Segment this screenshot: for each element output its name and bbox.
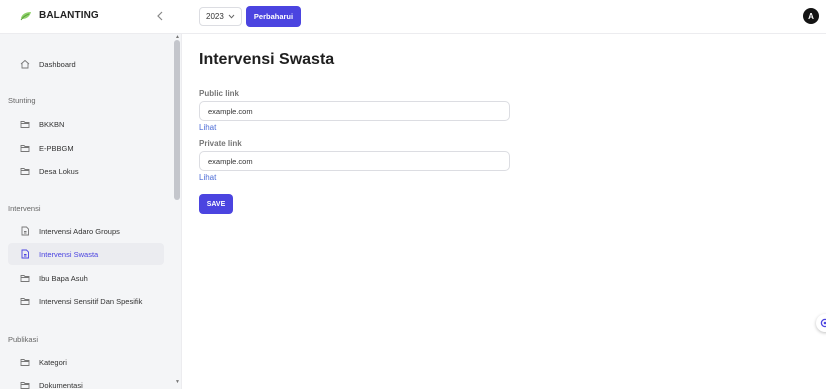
sidebar-item-dashboard[interactable]: Dashboard — [8, 53, 164, 75]
leaf-logo-icon — [20, 12, 31, 21]
sidebar-item-intervensi-sensitif-dan-spesifik[interactable]: Intervensi Sensitif Dan Spesifik — [8, 290, 164, 312]
sidebar-item-label: Intervensi Sensitif Dan Spesifik — [39, 296, 143, 306]
private-link-label: Private link — [199, 139, 242, 148]
sidebar-item-label: Intervensi Adaro Groups — [39, 226, 120, 236]
save-button[interactable]: SAVE — [199, 194, 233, 214]
public-link-view-link[interactable]: Lihat — [199, 123, 216, 132]
page-title: Intervensi Swasta — [199, 51, 335, 68]
public-link-input[interactable] — [199, 101, 510, 121]
sidebar-section-intervensi: Intervensi — [8, 204, 41, 213]
sidebar-item-label: Dokumentasi — [39, 380, 83, 389]
sidebar-item-dokumentasi[interactable]: Dokumentasi — [8, 374, 164, 389]
sidebar-item-label: BKKBN — [39, 119, 65, 129]
top-bar: BALANTING 2023 Perbaharui A — [0, 0, 826, 34]
sidebar-item-label: Dashboard — [39, 59, 76, 69]
folder-icon — [20, 166, 30, 176]
sidebar-item-bkkbn[interactable]: BKKBN — [8, 113, 164, 135]
brand-name: BALANTING — [39, 9, 99, 21]
collapse-sidebar-button[interactable] — [152, 8, 168, 24]
chevron-down-icon — [228, 14, 235, 19]
year-select-value: 2023 — [206, 12, 224, 21]
sidebar-item-desa-lokus[interactable]: Desa Lokus — [8, 160, 164, 182]
sidebar-item-ibu-bapa-asuh[interactable]: Ibu Bapa Asuh — [8, 267, 164, 289]
sidebar-item-label: Intervensi Swasta — [39, 249, 99, 259]
user-avatar[interactable]: A — [803, 8, 819, 24]
main-content: Intervensi Swasta Public link Lihat Priv… — [182, 34, 826, 389]
sidebar-item-label: Desa Lokus — [39, 166, 79, 176]
sidebar-item-label: Kategori — [39, 357, 67, 367]
folder-icon — [20, 119, 30, 129]
folder-icon — [20, 143, 30, 153]
sidebar-item-intervensi-adaro-groups[interactable]: Intervensi Adaro Groups — [8, 220, 164, 242]
folder-icon — [20, 357, 30, 367]
document-icon — [20, 249, 30, 259]
folder-icon — [20, 273, 30, 283]
brand[interactable]: BALANTING — [19, 8, 99, 22]
private-link-view-link[interactable]: Lihat — [199, 173, 216, 182]
sidebar-scrollbar-thumb[interactable] — [174, 40, 180, 200]
refresh-button[interactable]: Perbaharui — [246, 6, 301, 27]
home-icon — [20, 59, 30, 69]
sidebar-item-e-pbbgm[interactable]: E-PBBGM — [8, 137, 164, 159]
sidebar-section-stunting: Stunting — [8, 96, 36, 105]
folder-icon — [20, 380, 30, 389]
folder-icon — [20, 296, 30, 306]
sidebar: Dashboard Stunting BKKBN E-PBBGM Desa Lo… — [0, 34, 182, 389]
public-link-label: Public link — [199, 89, 240, 98]
sidebar-item-label: Ibu Bapa Asuh — [39, 273, 88, 283]
year-select[interactable]: 2023 — [199, 7, 242, 26]
sidebar-item-intervensi-swasta[interactable]: Intervensi Swasta — [8, 243, 164, 265]
document-icon — [20, 226, 30, 236]
app-window: BALANTING 2023 Perbaharui A Dashboard St… — [0, 0, 826, 389]
sidebar-section-publikasi: Publikasi — [8, 335, 39, 344]
sidebar-item-label: E-PBBGM — [39, 143, 74, 153]
sidebar-item-kategori[interactable]: Kategori — [8, 351, 164, 373]
private-link-input[interactable] — [199, 151, 510, 171]
scroll-down-arrow-icon[interactable]: ▼ — [175, 379, 180, 385]
target-icon — [820, 318, 826, 328]
chevron-left-icon — [157, 11, 163, 21]
